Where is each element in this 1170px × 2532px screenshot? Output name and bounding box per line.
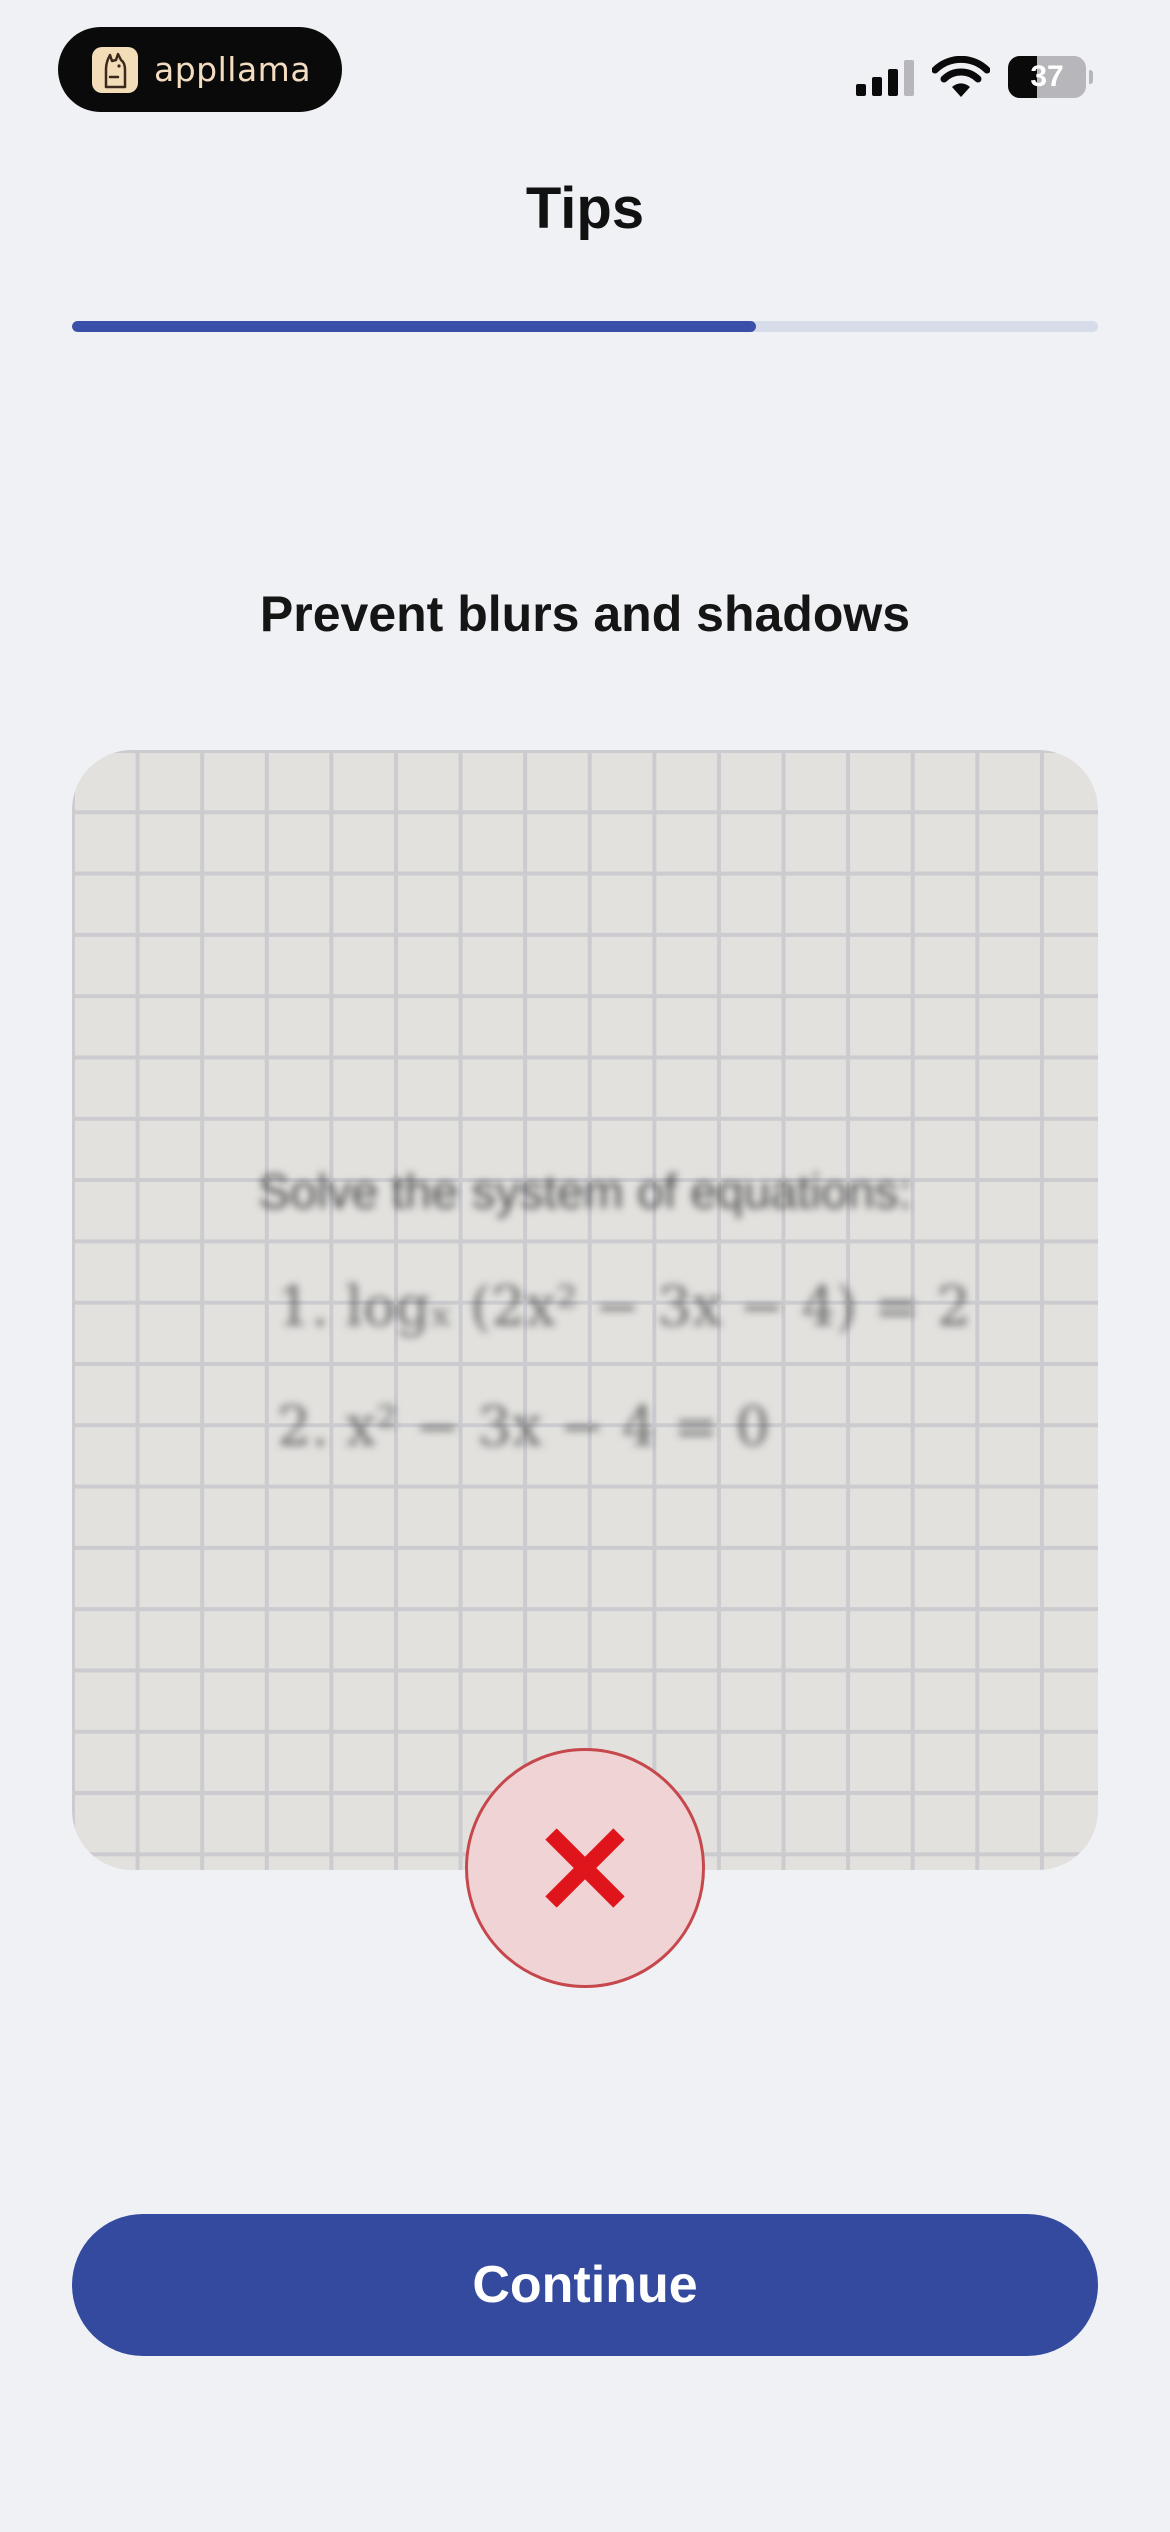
x-mark-icon (545, 1828, 625, 1908)
example-equation-2: 2. x² − 3x − 4 = 0 (277, 1395, 771, 1458)
page-title: Tips (525, 176, 645, 241)
onboarding-progress-bar (72, 321, 1098, 332)
progress-fill (72, 321, 757, 332)
llama-logo-icon (92, 46, 138, 93)
battery-level: 37 (1030, 60, 1064, 93)
brand-pill[interactable]: appllama (58, 27, 342, 112)
blurred-example-image: Solve the system of equations: 1. logₓ (… (72, 750, 1098, 1870)
tip-heading: Prevent blurs and shadows (259, 586, 911, 642)
battery-icon: 37 (1008, 56, 1093, 98)
battery-cap (1089, 70, 1093, 84)
continue-button[interactable]: Continue (72, 2214, 1098, 2356)
example-problem-title: Solve the system of equations: (258, 1166, 912, 1219)
brand-name: appllama (154, 50, 312, 89)
battery-body: 37 (1008, 56, 1086, 98)
example-equation-1: 1. logₓ (2x² − 3x − 4) = 2 (277, 1275, 971, 1338)
cellular-signal-icon (856, 60, 914, 96)
error-badge (465, 1748, 705, 1988)
wifi-icon (932, 56, 990, 97)
